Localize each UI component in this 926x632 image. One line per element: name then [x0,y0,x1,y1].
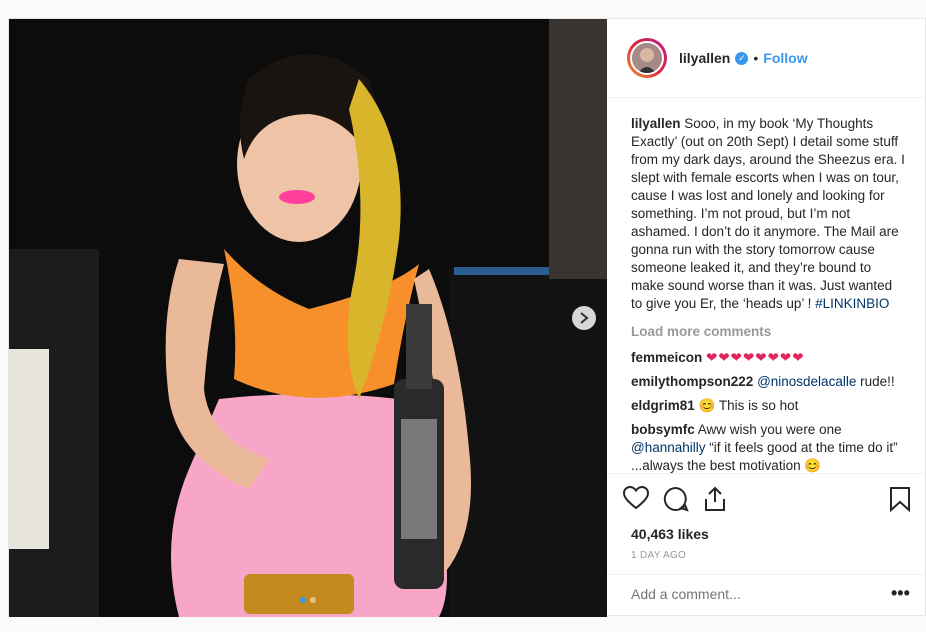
action-icons [623,486,913,514]
avatar-image [630,41,664,75]
photo-illustration [9,19,607,617]
comment-username[interactable]: eldgrim81 [631,398,695,413]
comment-mention[interactable]: @ninosdelacalle [757,374,856,389]
comment-item: emilythompson222 @ninosdelacalle rude!! [631,373,907,391]
share-icon[interactable] [703,486,727,512]
post-header: lilyallen ✓ • Follow [607,19,925,98]
header-separator: • [753,50,759,66]
post-timestamp[interactable]: 1 DAY AGO [631,550,686,561]
instagram-post: lilyallen ✓ • Follow lilyallen Sooo, in … [8,18,926,617]
post-photo[interactable] [9,19,607,617]
comment-item: femmeicon ❤❤❤❤❤❤❤❤ [631,349,907,367]
comment-icon[interactable] [663,486,689,512]
heart-icon[interactable] [623,486,649,510]
add-comment-input[interactable] [631,586,871,602]
caption-text: Sooo, in my book ‘My Thoughts Exactly’ (… [631,116,905,311]
comment-username[interactable]: femmeicon [631,350,702,365]
carousel-dot [310,597,316,603]
comment-item: bobsymfc Aww wish you were one @hannahil… [631,421,907,473]
carousel-dot-active [300,597,306,603]
comment-hearts: ❤❤❤❤❤❤❤❤ [706,350,805,365]
avatar[interactable] [627,38,667,78]
comment-text: rude!! [856,374,895,389]
comment-text: This is so hot [715,398,799,413]
carousel-indicator [300,597,316,603]
header-username[interactable]: lilyallen [679,50,730,66]
bookmark-icon[interactable] [889,486,911,512]
caption-username[interactable]: lilyallen [631,116,681,131]
post-caption: lilyallen Sooo, in my book ‘My Thoughts … [631,115,907,313]
comment-text: Aww wish you were one [694,422,842,437]
comments-section: lilyallen Sooo, in my book ‘My Thoughts … [631,115,907,473]
follow-button[interactable]: Follow [763,50,807,66]
more-options-icon[interactable]: ••• [891,583,910,604]
post-actions: 40,463 likes 1 DAY AGO ••• [607,473,925,616]
comment-item: eldgrim81 😊 This is so hot [631,397,907,415]
comment-username[interactable]: bobsymfc [631,422,695,437]
chevron-right-icon [580,312,589,324]
comment-mention[interactable]: @hannahilly [631,440,706,455]
likes-count[interactable]: 40,463 likes [631,526,709,542]
post-sidebar: lilyallen ✓ • Follow lilyallen Sooo, in … [607,19,925,615]
avatar-portrait [632,43,662,73]
comment-username[interactable]: emilythompson222 [631,374,753,389]
load-more-comments-button[interactable]: Load more comments [631,323,907,341]
add-comment-bar: ••• [607,574,925,617]
caption-hashtag[interactable]: #LINKINBIO [815,296,889,311]
verified-badge-icon: ✓ [735,51,749,65]
comment-emoji: 😊 [698,398,716,413]
next-image-button[interactable] [572,306,596,330]
